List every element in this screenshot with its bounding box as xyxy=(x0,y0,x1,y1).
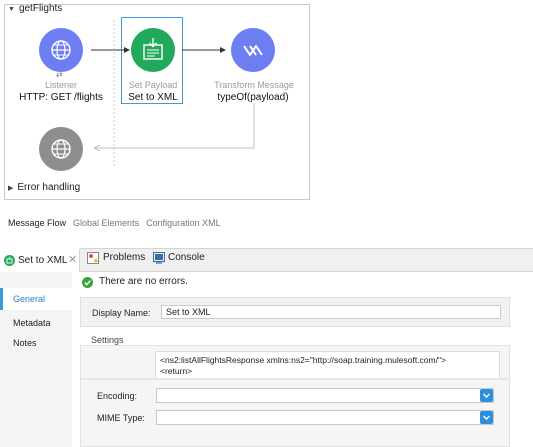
tab-console-label: Console xyxy=(168,252,205,263)
connector-response-return xyxy=(95,103,255,148)
display-name-label: Display Name: xyxy=(92,308,151,318)
problems-icon xyxy=(87,252,99,264)
set-payload-icon xyxy=(4,255,15,266)
mime-type-select[interactable] xyxy=(156,410,494,425)
globe-icon xyxy=(51,40,71,60)
set-payload-label: Set Payload xyxy=(128,80,178,90)
tab-message-flow[interactable]: Message Flow xyxy=(8,218,66,228)
sidebar-item-notes[interactable]: Notes xyxy=(13,338,37,348)
transform-icon xyxy=(243,45,263,56)
encoding-label: Encoding: xyxy=(97,391,138,401)
set-payload-node[interactable] xyxy=(131,28,175,72)
transform-message-node[interactable] xyxy=(231,28,275,72)
value-line-1: <ns2:listAllFlightsResponse xmlns:ns2="h… xyxy=(160,355,446,365)
listener-node[interactable] xyxy=(39,28,83,72)
transform-value: typeOf(payload) xyxy=(217,92,289,103)
settings-heading: Settings xyxy=(91,335,124,345)
tab-problems-label: Problems xyxy=(103,252,146,263)
close-icon[interactable]: ✕ xyxy=(68,253,77,266)
display-name-input[interactable]: Set to XML xyxy=(161,305,501,319)
error-handling-section[interactable]: ▶ Error handling xyxy=(8,182,80,193)
globe-icon xyxy=(51,139,71,159)
mime-type-label: MIME Type: xyxy=(97,413,145,423)
tab-global-elements[interactable]: Global Elements xyxy=(73,218,139,228)
value-line-2: <return> xyxy=(160,366,193,376)
console-icon xyxy=(153,252,165,264)
check-icon xyxy=(82,277,93,288)
sidebar-item-general[interactable]: General xyxy=(0,288,72,310)
sidebar-item-metadata[interactable]: Metadata xyxy=(13,318,51,328)
chevron-down-icon[interactable] xyxy=(480,411,493,424)
editor-tabs: Message Flow Global Elements Configuration… xyxy=(8,218,228,228)
tab-set-to-xml[interactable]: Set to XML ✕ xyxy=(0,248,80,272)
listener-response-node[interactable] xyxy=(39,127,83,171)
sidebar-item-label: General xyxy=(13,294,46,304)
tab-configuration-xml[interactable]: Configuration XML xyxy=(146,218,221,228)
value-expression-editor[interactable]: <ns2:listAllFlightsResponse xmlns:ns2="h… xyxy=(155,351,500,379)
settings-divider xyxy=(80,378,510,380)
set-payload-icon xyxy=(143,38,163,60)
chevron-down-icon[interactable] xyxy=(480,389,493,402)
tab-set-to-xml-label: Set to XML xyxy=(18,255,68,266)
encoding-select[interactable] xyxy=(156,388,494,403)
error-handling-label: Error handling xyxy=(17,182,81,193)
exchange-arrows-icon: ⇄ xyxy=(56,70,63,79)
expand-triangle-icon[interactable]: ▶ xyxy=(8,184,13,192)
transform-label: Transform Message xyxy=(214,80,294,90)
status-message: There are no errors. xyxy=(99,276,188,287)
